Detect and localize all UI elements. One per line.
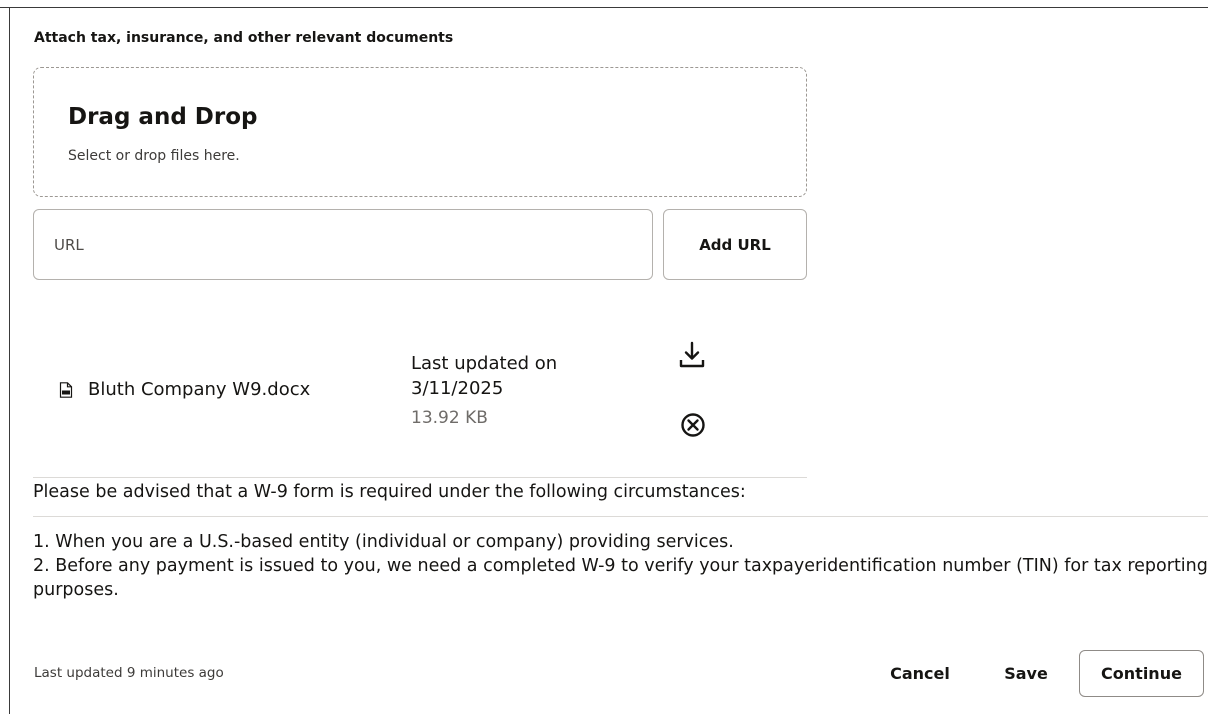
list-item: 1. When you are a U.S.-based entity (ind… bbox=[33, 532, 734, 552]
dropzone-title: Drag and Drop bbox=[68, 104, 258, 130]
attachment-file-name[interactable]: Bluth Company W9.docx bbox=[88, 379, 310, 400]
save-button[interactable]: Save bbox=[988, 650, 1064, 696]
url-input[interactable] bbox=[33, 209, 653, 280]
list-item: 2. Before any payment is issued to you, … bbox=[33, 556, 1208, 600]
add-url-button[interactable]: Add URL bbox=[663, 209, 807, 280]
cancel-button[interactable]: Cancel bbox=[872, 650, 968, 696]
w9-advice-text: Please be advised that a W-9 form is req… bbox=[33, 482, 746, 502]
divider bbox=[33, 477, 807, 478]
continue-button[interactable]: Continue bbox=[1079, 650, 1204, 697]
w9-requirements-list: 1. When you are a U.S.-based entity (ind… bbox=[33, 530, 1208, 602]
dropzone-subtitle: Select or drop files here. bbox=[68, 148, 240, 164]
divider bbox=[33, 516, 1208, 517]
attachment-updated-date: Last updated on 3/11/2025 bbox=[411, 353, 558, 399]
download-icon[interactable] bbox=[677, 340, 707, 370]
last-updated-status: Last updated 9 minutes ago bbox=[34, 665, 224, 681]
frame-left-border bbox=[9, 7, 10, 714]
file-dropzone[interactable]: Drag and Drop Select or drop files here. bbox=[33, 67, 807, 197]
document-icon bbox=[59, 382, 73, 398]
frame-top-border bbox=[0, 7, 1208, 8]
attachment-file-size: 13.92 KB bbox=[411, 408, 488, 428]
remove-circle-icon[interactable] bbox=[679, 411, 707, 439]
attachments-section-label: Attach tax, insurance, and other relevan… bbox=[34, 30, 454, 46]
